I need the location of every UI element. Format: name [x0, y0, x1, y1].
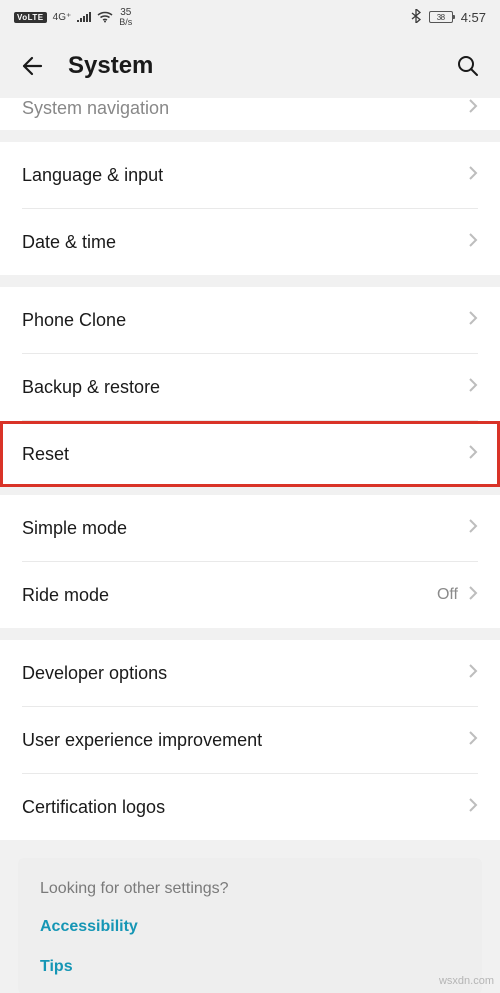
- row-label: Language & input: [22, 165, 468, 186]
- search-button[interactable]: [454, 52, 482, 80]
- network-rate-unit: B/s: [119, 18, 132, 27]
- status-left: VoLTE 4G⁺ 35 B/s: [14, 8, 132, 27]
- network-rate: 35 B/s: [119, 8, 132, 27]
- row-label: Ride mode: [22, 585, 437, 606]
- row-label: Date & time: [22, 232, 468, 253]
- row-label: Reset: [22, 444, 468, 465]
- chevron-right-icon: [468, 377, 478, 398]
- chevron-right-icon: [468, 444, 478, 465]
- page-title: System: [68, 52, 432, 80]
- row-reset[interactable]: Reset: [0, 421, 500, 487]
- bluetooth-icon: [411, 9, 421, 26]
- status-right: 38 4:57: [411, 9, 486, 26]
- network-rate-num: 35: [120, 7, 131, 18]
- row-user-experience-improvement[interactable]: User experience improvement: [0, 707, 500, 773]
- chevron-right-icon: [468, 797, 478, 818]
- clock: 4:57: [461, 10, 486, 25]
- row-label: User experience improvement: [22, 730, 468, 751]
- signal-icon: [77, 12, 91, 22]
- row-backup-restore[interactable]: Backup & restore: [0, 354, 500, 420]
- row-certification-logos[interactable]: Certification logos: [0, 774, 500, 840]
- row-date-time[interactable]: Date & time: [0, 209, 500, 275]
- app-bar: System: [0, 34, 500, 98]
- chevron-right-icon: [468, 518, 478, 539]
- chevron-right-icon: [468, 663, 478, 684]
- watermark: wsxdn.com: [439, 975, 494, 987]
- card-heading: Looking for other settings?: [40, 880, 460, 898]
- row-developer-options[interactable]: Developer options: [0, 640, 500, 706]
- status-bar: VoLTE 4G⁺ 35 B/s 38 4:57: [0, 0, 500, 34]
- battery-indicator: 38: [429, 11, 453, 23]
- chevron-right-icon: [468, 165, 478, 186]
- chevron-right-icon: [468, 730, 478, 751]
- row-simple-mode[interactable]: Simple mode: [0, 495, 500, 561]
- chevron-right-icon: [468, 585, 478, 606]
- back-button[interactable]: [18, 52, 46, 80]
- chevron-right-icon: [468, 98, 478, 119]
- battery-pct: 38: [437, 13, 445, 22]
- battery-icon: 38: [429, 11, 453, 23]
- row-label: Simple mode: [22, 518, 468, 539]
- back-arrow-icon: [20, 54, 44, 78]
- row-label: System navigation: [22, 98, 468, 119]
- link-tips[interactable]: Tips: [40, 958, 460, 976]
- row-ride-mode[interactable]: Ride mode Off: [0, 562, 500, 628]
- other-settings-card: Looking for other settings? Accessibilit…: [18, 858, 482, 993]
- row-label: Phone Clone: [22, 310, 468, 331]
- network-gen: 4G⁺: [53, 12, 72, 23]
- row-phone-clone[interactable]: Phone Clone: [0, 287, 500, 353]
- chevron-right-icon: [468, 232, 478, 253]
- link-accessibility[interactable]: Accessibility: [40, 918, 460, 936]
- row-value: Off: [437, 586, 458, 604]
- row-label: Backup & restore: [22, 377, 468, 398]
- row-label: Developer options: [22, 663, 468, 684]
- wifi-icon: [97, 11, 113, 23]
- row-label: Certification logos: [22, 797, 468, 818]
- row-language-input[interactable]: Language & input: [0, 142, 500, 208]
- search-icon: [456, 54, 480, 78]
- volte-badge: VoLTE: [14, 12, 47, 23]
- chevron-right-icon: [468, 310, 478, 331]
- row-system-navigation[interactable]: System navigation: [0, 98, 500, 130]
- settings-list[interactable]: System navigation Language & input Date …: [0, 98, 500, 993]
